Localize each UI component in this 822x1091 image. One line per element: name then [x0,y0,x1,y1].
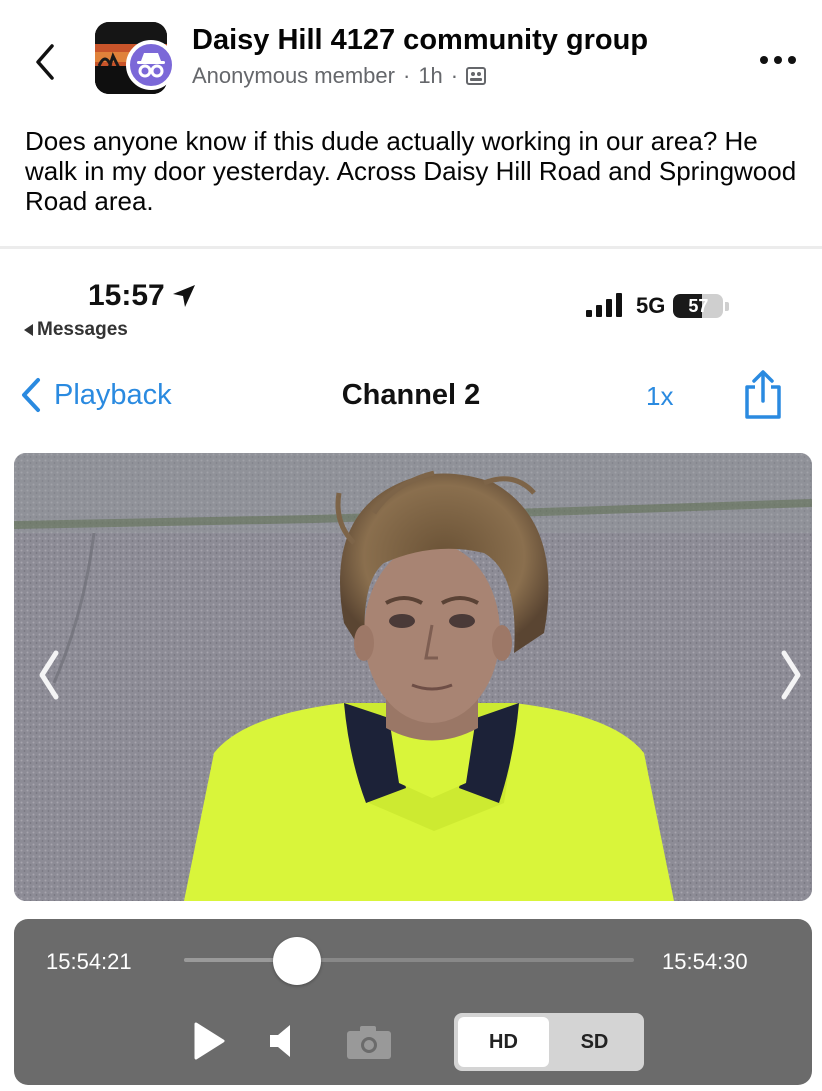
members-icon [466,67,487,85]
camera-video-frame[interactable] [14,453,812,901]
author-name[interactable]: Anonymous member [192,63,395,89]
meta-separator: · [402,63,411,88]
status-time-group: 15:57 [88,279,197,313]
group-name[interactable]: Daisy Hill 4127 community group [192,24,648,57]
meta-separator: · [450,63,459,88]
quality-option-sd[interactable]: SD [549,1017,640,1067]
more-dots-icon[interactable] [756,50,800,70]
quality-toggle: HD SD [454,1013,644,1071]
clip-end-time: 15:54:30 [662,949,748,974]
video-still [14,453,812,901]
signal-bars-icon [586,293,622,317]
attached-screenshot[interactable]: 15:57 Messages 5G 57 Playback Channel 2 … [0,249,822,1091]
quality-option-hd[interactable]: HD [458,1017,549,1067]
battery-level: 57 [688,296,709,316]
status-back-link[interactable]: Messages [24,319,128,341]
status-back-label: Messages [37,319,128,340]
scrubber-track[interactable] [184,958,634,962]
network-type: 5G [636,293,666,318]
location-arrow-icon [172,285,195,307]
clip-start-time: 15:54:21 [46,949,132,974]
next-clip-icon[interactable] [776,645,806,705]
previous-clip-icon[interactable] [34,645,64,705]
scrubber-thumb[interactable] [272,937,321,985]
play-icon[interactable] [192,1021,226,1061]
speaker-icon[interactable] [268,1023,298,1059]
share-icon[interactable] [741,369,785,421]
playback-controls: 15:54:21 15:54:30 HD SD [14,919,812,1085]
back-chevron-icon[interactable] [30,40,60,84]
incognito-icon [126,40,176,90]
channel-title: Channel 2 [341,379,481,411]
speed-button[interactable]: 1x [646,381,673,412]
post-body: Does anyone know if this dude actually w… [25,126,797,216]
post-header: Daisy Hill 4127 community group Anonymou… [0,0,822,110]
camera-icon[interactable] [344,1023,394,1061]
status-time: 15:57 [88,279,165,312]
status-indicators: 5G 57 [584,293,731,319]
post-meta: Anonymous member · 1h · [192,63,487,89]
post-age[interactable]: 1h [418,63,442,89]
back-triangle-icon [24,324,33,336]
battery-icon: 57 [673,294,731,318]
